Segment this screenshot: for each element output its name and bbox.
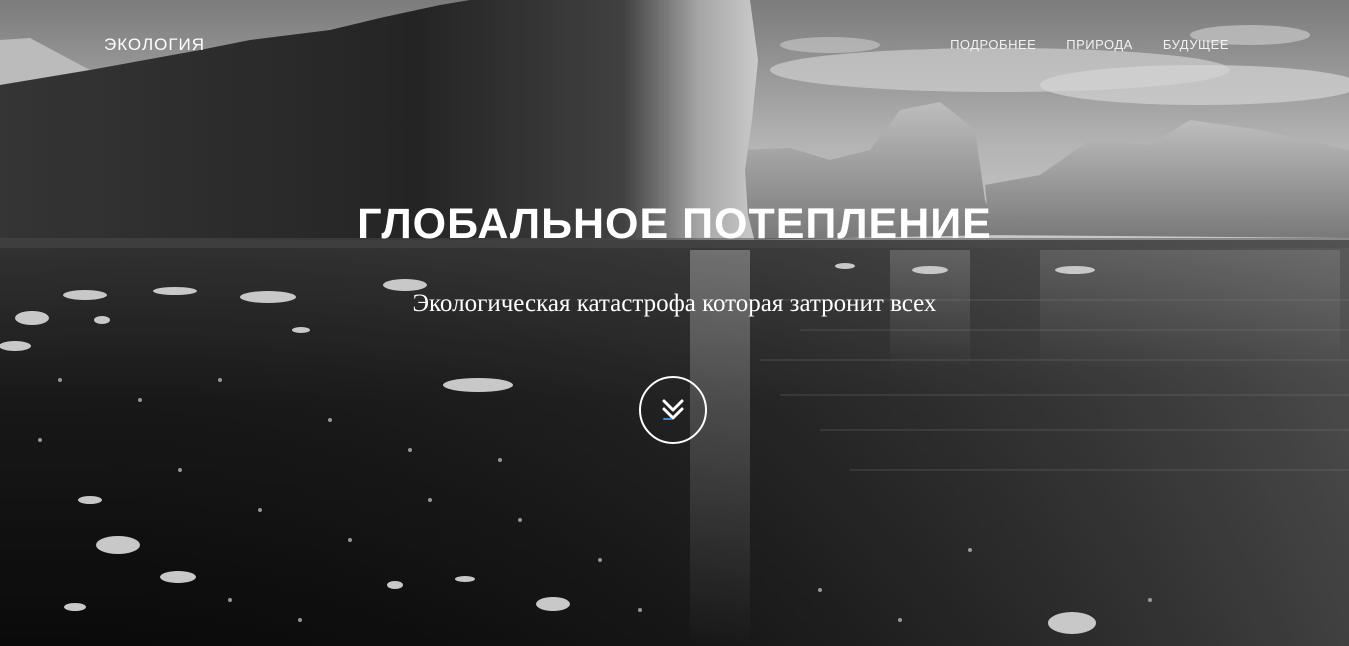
nav-item-more[interactable]: ПОДРОБНЕЕ: [950, 37, 1036, 52]
hero-subtitle: Экологическая катастрофа которая затрони…: [412, 290, 937, 317]
nav-item-nature[interactable]: ПРИРОДА: [1066, 37, 1133, 52]
scroll-down-button[interactable]: [639, 376, 707, 444]
hero-overlay: [0, 0, 1349, 646]
top-nav: ПОДРОБНЕЕ ПРИРОДА БУДУЩЕЕ: [950, 37, 1229, 52]
hero-section: ЭКОЛОГИЯ ПОДРОБНЕЕ ПРИРОДА БУДУЩЕЕ ГЛОБА…: [0, 0, 1349, 646]
hero-title: ГЛОБАЛЬНОЕ ПОТЕПЛЕНИЕ: [357, 200, 992, 248]
brand-logo-link[interactable]: ЭКОЛОГИЯ: [104, 35, 205, 55]
nav-item-future[interactable]: БУДУЩЕЕ: [1163, 37, 1229, 52]
double-chevron-down-icon: [662, 399, 684, 420]
